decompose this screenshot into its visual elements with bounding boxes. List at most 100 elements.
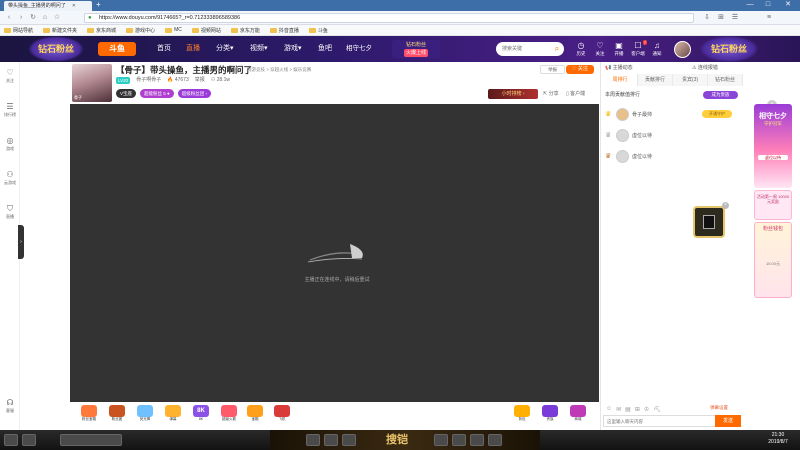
gift-item[interactable]: 弹幕 — [161, 405, 185, 425]
grid-icon[interactable]: ⊞ — [635, 406, 640, 413]
bookmark-item[interactable]: 游戏中心 — [126, 27, 155, 34]
star-icon[interactable]: ☆ — [52, 13, 62, 23]
history-button[interactable]: ◷ 历史 — [572, 41, 590, 59]
gift-item[interactable]: 粉丝宝箱 — [77, 405, 101, 425]
message-icon[interactable]: ✉ — [616, 406, 621, 413]
emoji-icon[interactable]: ☺ — [606, 406, 612, 412]
extensions-icon[interactable]: ⊞ — [716, 13, 726, 23]
fan-club-tag[interactable]: 超级粉丝团 › — [177, 89, 211, 98]
bookmark-item[interactable]: 新建文件夹 — [43, 27, 77, 34]
download-icon[interactable]: ⇩ — [702, 13, 712, 23]
taskbar-app-icon[interactable] — [470, 434, 484, 446]
reward-promo-card[interactable]: 活动第一周 10000元奖励 — [754, 190, 792, 220]
bookmark-item[interactable]: 京东万能 — [230, 27, 260, 34]
close-game-icon[interactable]: × — [722, 202, 729, 209]
notice-button[interactable]: ♫ 通知 — [648, 41, 666, 59]
bookmark-item[interactable]: 网站导航 — [4, 27, 33, 34]
refresh-icon[interactable]: ↻ — [28, 13, 38, 23]
share-button[interactable]: ⇱ 分享 — [543, 90, 559, 98]
nav-games[interactable]: 游戏▾ — [284, 43, 302, 55]
v-throne-tag[interactable]: V宝座 — [116, 89, 137, 98]
nav-qixi[interactable]: 相守七夕 — [346, 43, 372, 55]
client-button[interactable]: 7 ☐ 客户端 — [629, 40, 647, 59]
download-client-button[interactable]: ▯ 客户端 — [566, 90, 585, 98]
system-clock[interactable]: 21:30 2019/8/7 — [758, 432, 798, 446]
forward-icon[interactable]: › — [16, 13, 26, 23]
gift-item[interactable]: 超级火箭 — [217, 405, 241, 425]
nav-home[interactable]: 首页 — [157, 43, 171, 55]
fan-wallet-promo-card[interactable]: 粉丝钱包 15.00元 — [754, 222, 792, 298]
menu-icon[interactable]: ≡ — [764, 13, 774, 23]
taskbar-app-icon[interactable] — [324, 434, 338, 446]
rank-row[interactable]: ♛ 骨子最帅 — [605, 107, 652, 121]
super-fan-tag[interactable]: 超能粉丝 5 ● — [140, 89, 174, 98]
tab-diamond[interactable]: 钻石粉丝 — [708, 74, 743, 86]
taskbar-app-icon[interactable] — [452, 434, 466, 446]
nav-live[interactable]: 直播 — [186, 43, 200, 55]
header-promo-banner-right[interactable]: 钻石粉丝 — [700, 36, 758, 62]
sidebar-item-cloudgame[interactable]: ⚇ 云游戏 — [0, 170, 20, 186]
sidebar-item-ranking[interactable]: ☰ 排行榜 — [0, 102, 20, 118]
hour-rank-button[interactable]: 小时排榜 › — [488, 89, 538, 99]
tab-weekly[interactable]: 周排行 — [603, 74, 638, 86]
minimize-button[interactable]: — — [742, 0, 758, 10]
room-category-breadcrumb[interactable]: 网游竞技 > 穿越火线 > 娱乐竞赛 — [247, 67, 311, 73]
rank-row[interactable]: ♛ 虚位以待 — [605, 128, 652, 142]
gift-item[interactable]: 粉丝团 — [105, 405, 129, 425]
bookmark-icon[interactable]: ☰ — [730, 13, 740, 23]
card-icon[interactable]: ▤ — [625, 406, 631, 413]
go-live-button[interactable]: ▣ 开播 — [610, 41, 628, 59]
streamer-updates-link[interactable]: 📢 主播动态 — [605, 65, 633, 72]
taskbar-app-icon[interactable] — [488, 434, 502, 446]
tab-vip[interactable]: 贵宾(3) — [673, 74, 708, 86]
diamond-fans-promo[interactable]: 钻石粉丝 火爆上线 — [392, 40, 440, 58]
header-promo-banner-left[interactable]: 钻石粉丝 — [28, 36, 84, 62]
close-window-button[interactable]: ✕ — [780, 0, 796, 10]
search-icon[interactable]: ⌕ — [550, 42, 564, 56]
bookmark-item[interactable]: 斗鱼 — [308, 27, 328, 34]
noble-button[interactable]: 贵族 — [538, 405, 562, 425]
bookmark-item[interactable]: 视频网站 — [191, 27, 221, 34]
taskbar-app-browser[interactable] — [60, 434, 122, 446]
gift-item[interactable]: 8K 8K — [189, 405, 213, 425]
tool-icon[interactable]: ⛏ — [653, 406, 661, 413]
home-icon[interactable]: ⌂ — [40, 13, 50, 23]
streamer-name[interactable]: 骨子啊骨子 — [136, 77, 161, 84]
bookmark-item[interactable]: 抖音直播 — [269, 27, 299, 34]
report-button[interactable]: 举报 — [540, 65, 565, 74]
sidebar-item-live[interactable]: ⛉ 直播 — [0, 204, 20, 220]
bookmark-item[interactable]: 京东商城 — [87, 27, 116, 34]
follow-button-room[interactable]: ♡ 关注 — [566, 65, 594, 74]
danmu-settings[interactable]: 弹幕设置 — [710, 404, 728, 412]
gift-item[interactable]: 荧光棒 — [133, 405, 157, 425]
new-tab-icon[interactable]: + — [96, 0, 101, 10]
become-noble-button[interactable]: 成为贵族 — [703, 91, 738, 99]
taskbar-app-icon[interactable] — [22, 434, 36, 446]
sidebar-item-follow[interactable]: ♡ 关注 — [0, 68, 20, 84]
guard-button[interactable]: 开通守护 — [702, 110, 732, 118]
shop-button[interactable]: 商城 — [566, 405, 590, 425]
sidebar-item-games[interactable]: ◎ 游戏 — [0, 136, 20, 152]
nav-category[interactable]: 分类▾ — [216, 43, 234, 55]
tab-contribution[interactable]: 贡献排行 — [638, 74, 673, 86]
crown-icon[interactable]: ♔ — [644, 406, 649, 413]
gift-item[interactable]: 宝箱 — [243, 405, 267, 425]
taskbar-app-icon[interactable] — [434, 434, 448, 446]
nav-fishbar[interactable]: 鱼吧 — [318, 43, 332, 55]
browser-tab[interactable]: 带头操鱼_主播男的啊问了 ✕ — [4, 1, 92, 11]
taskbar-app-icon[interactable] — [306, 434, 320, 446]
rank-row[interactable]: ♛ 虚位以待 — [605, 149, 652, 163]
back-icon[interactable]: ‹ — [4, 13, 14, 23]
maximize-button[interactable]: □ — [760, 0, 776, 10]
user-avatar[interactable] — [674, 41, 691, 58]
sidebar-item-support[interactable]: ☊ 客服 — [0, 398, 20, 414]
close-tab-icon[interactable]: ✕ — [72, 1, 76, 11]
chat-message-list[interactable] — [601, 170, 742, 402]
sidebar-collapse-handle[interactable]: › — [18, 225, 24, 259]
streamer-avatar[interactable]: 骨子 — [72, 64, 112, 102]
douyu-logo[interactable]: 斗鱼 — [98, 42, 136, 56]
bookmark-item[interactable]: MC — [165, 27, 182, 33]
backpack-button[interactable]: 背包 — [510, 405, 534, 425]
taskbar-app-icon[interactable] — [342, 434, 356, 446]
start-icon[interactable] — [4, 434, 18, 446]
